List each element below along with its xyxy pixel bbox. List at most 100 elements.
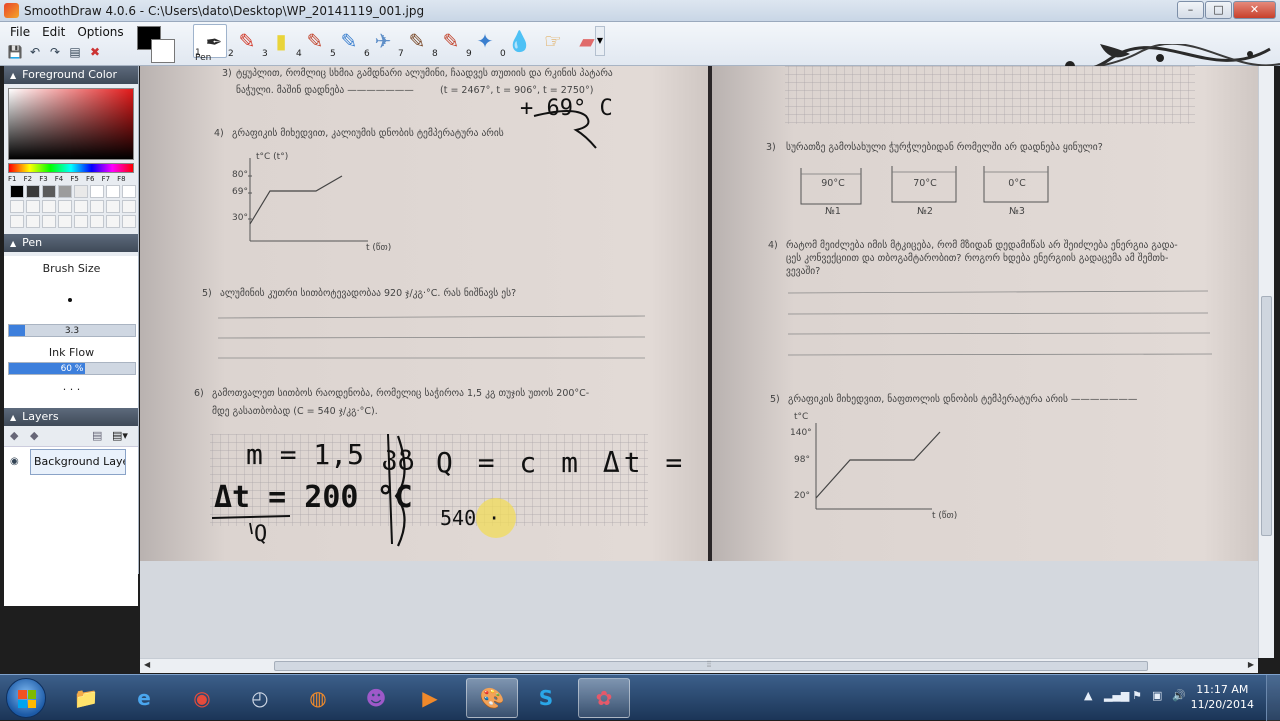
palette-swatch[interactable] <box>122 215 136 228</box>
layer-menu-icon[interactable]: ▤▾ <box>112 429 128 442</box>
palette-swatch[interactable] <box>106 215 120 228</box>
tool-crayon[interactable]: ✎ 4 <box>295 24 329 59</box>
more-settings-button[interactable]: . . . <box>4 380 139 393</box>
minimize-button[interactable]: – <box>1177 1 1204 19</box>
network-icon[interactable]: ▣ <box>1152 689 1162 702</box>
layers-panel-title: Layers <box>22 410 59 423</box>
palette-swatch[interactable] <box>58 215 72 228</box>
palette-swatch[interactable] <box>90 185 104 198</box>
move-layer-up-icon[interactable]: ◆ <box>10 429 18 442</box>
tool-star-spray[interactable]: ✦ 9 <box>465 24 499 59</box>
tool-brush[interactable]: ✎ 7 <box>397 24 431 59</box>
move-layer-down-icon[interactable]: ◆ <box>30 429 38 442</box>
fkey-label: F7 <box>101 175 111 183</box>
drawing-canvas[interactable]: 3) ტყუპლით, რომლიც სხმია გამდნარი ალუმინ… <box>140 66 1274 658</box>
fkey-label: F4 <box>54 175 64 183</box>
redo-icon[interactable]: ↷ <box>46 43 64 61</box>
palette-swatch[interactable] <box>26 215 40 228</box>
smoothdraw-icon[interactable]: ✿ <box>578 678 630 718</box>
hue-slider[interactable] <box>8 163 134 173</box>
brush-size-slider[interactable]: 3.3 <box>8 324 136 337</box>
clock[interactable]: 11:17 AM 11/20/2014 <box>1191 682 1254 712</box>
vertical-scrollbar[interactable] <box>1258 66 1274 658</box>
palette-swatch[interactable] <box>74 215 88 228</box>
save-icon[interactable]: 💾 <box>6 43 24 61</box>
undo-icon[interactable]: ↶ <box>26 43 44 61</box>
palette-swatch[interactable] <box>42 215 56 228</box>
signal-icon[interactable]: ▂▄▆ <box>1104 689 1129 702</box>
menu-options[interactable]: Options <box>71 24 129 40</box>
tool-palette: ✒ 1 ✎ 2 ▮ 3 ✎ 4 ✎ 5 ✈ 6 ✎ 7 ✎ 8 ✦ 9 💧 0 ☞ ▰ <box>193 24 601 59</box>
palette-swatch[interactable] <box>122 185 136 198</box>
volume-icon[interactable]: 🔊 <box>1172 689 1186 702</box>
palette-swatch[interactable] <box>58 200 72 213</box>
firefox-icon[interactable]: ◍ <box>292 678 344 718</box>
tool-airbrush[interactable]: ✈ 6 <box>363 24 397 59</box>
palette-swatch[interactable] <box>26 200 40 213</box>
scroll-right-icon[interactable]: ▶ <box>1248 660 1254 669</box>
maximize-button[interactable]: □ <box>1205 1 1232 19</box>
r-q3-text: სურათზე გამოსახული ჭურჭლებიდან რომელში ა… <box>786 142 1103 153</box>
layer-name[interactable]: Background Layer <box>30 449 126 475</box>
background-color-swatch[interactable] <box>151 39 175 63</box>
tool-highlighter[interactable]: ▮ 3 <box>261 24 295 59</box>
palette-swatch[interactable] <box>90 215 104 228</box>
q3-line1: ტყუპლით, რომლიც სხმია გამდნარი ალუმინი, … <box>236 68 613 79</box>
handwriting-calc: 540 · <box>440 506 501 530</box>
ink-flow-slider[interactable]: 60 % <box>8 362 136 375</box>
skype-icon[interactable]: S <box>520 678 572 718</box>
palette-swatch[interactable] <box>10 185 24 198</box>
messenger-icon[interactable]: ☻ <box>350 678 402 718</box>
palette-swatch[interactable] <box>90 200 104 213</box>
fkey-label: F2 <box>23 175 33 183</box>
scroll-left-icon[interactable]: ◀ <box>144 660 150 669</box>
palette-swatch[interactable] <box>26 185 40 198</box>
layers-header[interactable]: ▲ Layers <box>4 408 138 426</box>
clear-page-icon[interactable]: ✖ <box>86 43 104 61</box>
palette-swatch[interactable] <box>74 200 88 213</box>
tool-pencil[interactable]: ✎ 2 <box>227 24 261 59</box>
palette-swatch[interactable] <box>106 185 120 198</box>
menu-edit[interactable]: Edit <box>36 24 71 40</box>
start-button[interactable] <box>6 678 46 718</box>
close-button[interactable]: ✕ <box>1233 1 1276 19</box>
tool-overflow-button[interactable]: ▼ <box>595 26 605 56</box>
vertical-scroll-thumb[interactable] <box>1261 296 1272 536</box>
palette-swatch[interactable] <box>74 185 88 198</box>
tool-water-drop[interactable]: 💧 0 <box>499 24 533 59</box>
palette-swatch[interactable] <box>10 215 24 228</box>
r-q4-line2: ცეს კონვექციით და თბოგამტარობით? როგორ ხ… <box>786 253 1169 264</box>
foreground-color-header[interactable]: ▲ Foreground Color <box>4 66 138 84</box>
internet-explorer-icon[interactable]: e <box>118 678 170 718</box>
palette-swatch[interactable] <box>10 200 24 213</box>
r-q5-tick-20: 20° <box>794 491 810 501</box>
palette-swatch[interactable] <box>42 200 56 213</box>
palette-swatch[interactable] <box>122 200 136 213</box>
palette-swatch[interactable] <box>42 185 56 198</box>
tool-marker[interactable]: ✎ 5 <box>329 24 363 59</box>
palette-swatch[interactable] <box>106 200 120 213</box>
eye-icon[interactable]: ◉ <box>10 456 22 467</box>
media-player-icon[interactable]: ▶ <box>404 678 456 718</box>
tool-smudge[interactable]: ☞ <box>533 24 567 58</box>
brush-preview <box>68 298 72 302</box>
palette-swatch[interactable] <box>58 185 72 198</box>
color-picker-area[interactable] <box>8 88 134 160</box>
show-hidden-icons-icon[interactable]: ▲ <box>1084 689 1092 702</box>
document-image[interactable]: 3) ტყუპლით, რომლიც სხმია გამდნარი ალუმინ… <box>140 66 1258 561</box>
show-desktop-button[interactable] <box>1266 675 1280 721</box>
fkey-label: F5 <box>70 175 79 183</box>
new-layer-icon[interactable]: ▤ <box>92 429 102 442</box>
pen-header[interactable]: ▲ Pen <box>4 234 138 252</box>
paint-icon[interactable]: 🎨 <box>466 678 518 718</box>
horizontal-scrollbar[interactable]: ◀ ⦙⦙ ▶ <box>140 658 1258 673</box>
flag-icon[interactable]: ⚑ <box>1132 689 1142 702</box>
new-page-icon[interactable]: ▤ <box>66 43 84 61</box>
tool-oil-brush[interactable]: ✎ 8 <box>431 24 465 59</box>
folder-icon[interactable]: 📁 <box>60 678 112 718</box>
handwriting-q: Q <box>254 522 268 547</box>
layer-row[interactable]: ◉ Background Layer <box>8 449 136 475</box>
clock-app-icon[interactable]: ◴ <box>234 678 286 718</box>
menu-file[interactable]: File <box>4 24 36 40</box>
chrome-icon[interactable]: ◉ <box>176 678 228 718</box>
